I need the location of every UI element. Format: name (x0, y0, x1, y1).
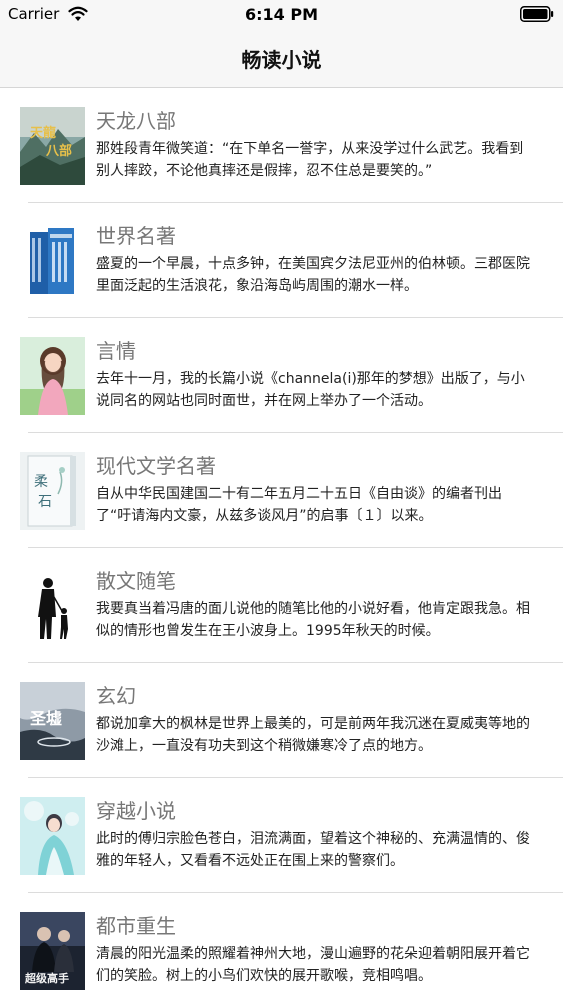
list-item[interactable]: 言情 去年十一月，我的长篇小说《channela(i)那年的梦想》出版了，与小说… (0, 318, 563, 433)
book-excerpt: 去年十一月，我的长篇小说《channela(i)那年的梦想》出版了，与小说同名的… (96, 371, 525, 409)
book-excerpt: 清晨的阳光温柔的照耀着神州大地，漫山遍野的花朵迎着朝阳展开着它们的笑脸。树上的小… (96, 946, 530, 984)
svg-text:天龍: 天龍 (30, 125, 56, 141)
svg-text:八部: 八部 (45, 143, 72, 159)
book-excerpt: 都说加拿大的枫林是世界上最美的，可是前两年我沉迷在夏威夷等地的沙滩上，一直没有功… (96, 716, 530, 754)
book-category-title: 散文随笔 (96, 569, 176, 593)
book-category-title: 玄幻 (96, 684, 136, 708)
status-bar: Carrier 6:14 PM (0, 0, 563, 30)
book-category-title: 穿越小说 (96, 799, 176, 823)
modern-literature-book-cover-icon: 柔 石 (20, 452, 85, 530)
classics-book-cover-icon (20, 222, 85, 300)
book-category-title: 言情 (96, 339, 136, 363)
wuxia-book-cover-icon: 天龍 八部 (20, 107, 85, 185)
book-excerpt: 我要真当着冯唐的面儿说他的随笔比他的小说好看，他肯定跟我急。相似的情形也曾发生在… (96, 601, 530, 639)
svg-text:柔: 柔 (34, 474, 48, 490)
book-category-title: 世界名著 (96, 224, 176, 248)
urban-rebirth-book-cover-icon: 超级高手 (20, 912, 85, 990)
essay-book-cover-icon (20, 567, 85, 645)
time-travel-book-cover-icon (20, 797, 85, 875)
list-item[interactable]: 天龍 八部 天龙八部 那姓段青年微笑道：“在下单名一誉字，从来没学过什么武艺。我… (0, 88, 563, 203)
list-item[interactable]: 圣墟 玄幻 都说加拿大的枫林是世界上最美的，可是前两年我沉迷在夏威夷等地的沙滩上… (0, 663, 563, 778)
list-item[interactable]: 散文随笔 我要真当着冯唐的面儿说他的随笔比他的小说好看，他肯定跟我急。相似的情形… (0, 548, 563, 663)
romance-book-cover-icon (20, 337, 85, 415)
book-category-title: 天龙八部 (96, 109, 176, 133)
list-item[interactable]: 柔 石 现代文学名著 自从中华民国建国二十有二年五月二十五日《自由谈》的编者刊出… (0, 433, 563, 548)
list-item[interactable]: 穿越小说 此时的傅归宗脸色苍白，泪流满面，望着这个神秘的、充满温情的、俊雅的年轻… (0, 778, 563, 893)
book-excerpt: 盛夏的一个早晨，十点多钟，在美国宾夕法尼亚州的伯林顿。三郡医院里面泛起的生活浪花… (96, 256, 530, 294)
book-category-title: 现代文学名著 (96, 454, 216, 478)
app-screen: Carrier 6:14 PM 畅读小说 天龍 八部 天龙八部 那姓段青年微笑道… (0, 0, 563, 1000)
svg-text:圣墟: 圣墟 (29, 709, 62, 728)
list-item[interactable]: 世界名著 盛夏的一个早晨，十点多钟，在美国宾夕法尼亚州的伯林顿。三郡医院里面泛起… (0, 203, 563, 318)
book-category-list: 天龍 八部 天龙八部 那姓段青年微笑道：“在下单名一誉字，从来没学过什么武艺。我… (0, 88, 563, 1000)
list-item[interactable]: 超级高手 都市重生 清晨的阳光温柔的照耀着神州大地，漫山遍野的花朵迎着朝阳展开着… (0, 893, 563, 1000)
battery-icon (520, 6, 554, 22)
page-title: 畅读小说 (241, 48, 322, 72)
navigation-bar: 畅读小说 (0, 30, 563, 88)
book-excerpt: 自从中华民国建国二十有二年五月二十五日《自由谈》的编者刊出了“吁请海内文豪，从兹… (96, 486, 502, 524)
svg-text:超级高手: 超级高手 (24, 971, 69, 985)
book-category-title: 都市重生 (96, 914, 176, 938)
status-time: 6:14 PM (244, 5, 318, 24)
svg-text:石: 石 (38, 494, 52, 510)
book-excerpt: 那姓段青年微笑道：“在下单名一誉字，从来没学过什么武艺。我看到别人摔跤，不论他真… (96, 141, 524, 179)
book-excerpt: 此时的傅归宗脸色苍白，泪流满面，望着这个神秘的、充满温情的、俊雅的年轻人，又看看… (96, 831, 530, 869)
fantasy-book-cover-icon: 圣墟 (20, 682, 85, 760)
